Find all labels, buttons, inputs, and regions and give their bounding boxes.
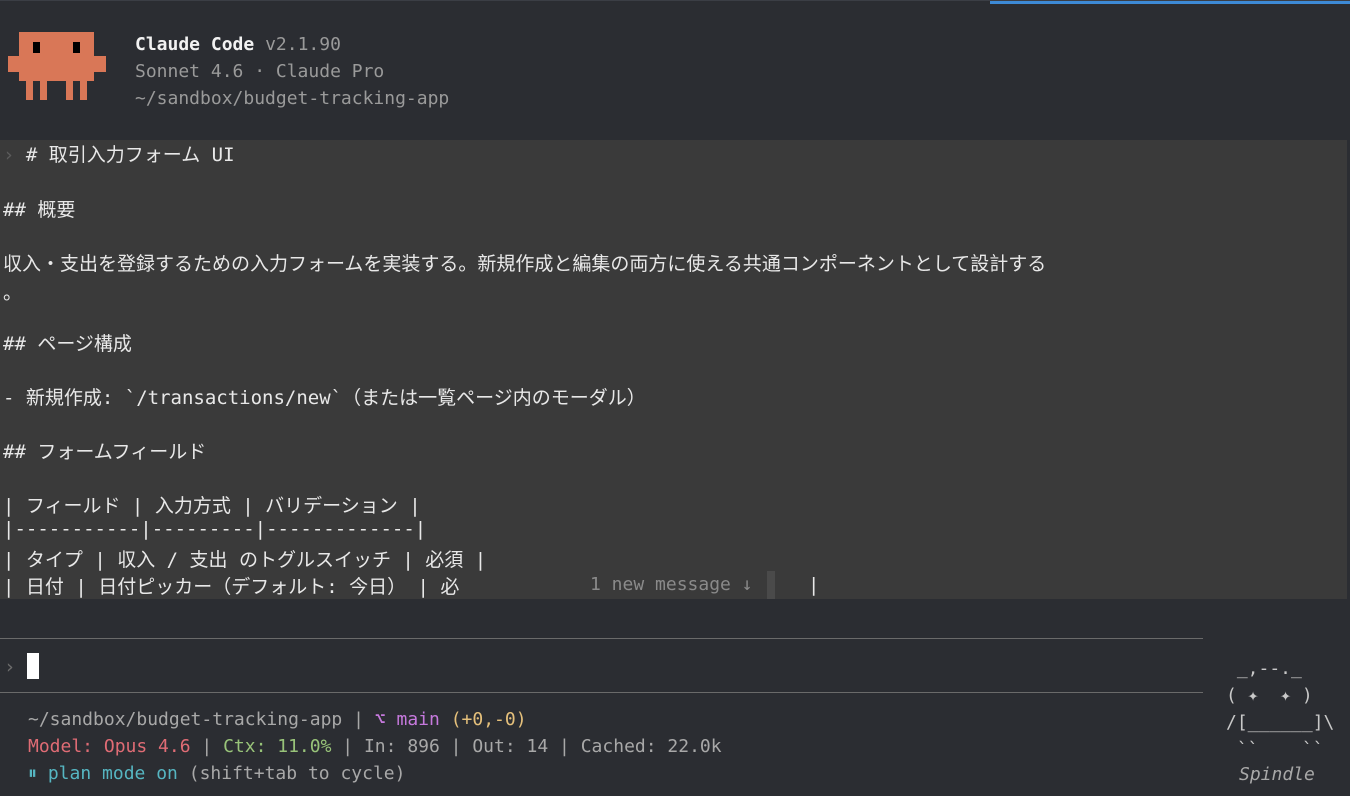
app-name: Claude Code (135, 34, 255, 55)
app-version: v2.1.90 (265, 34, 341, 55)
message-line: 収入・支出を登録するための入力フォームを実装する。新規作成と編集の両方に使える共… (3, 253, 1047, 275)
message-line: ## フォームフィールド (3, 441, 207, 463)
input-prompt-icon: › (4, 656, 16, 678)
message-line: ## ページ構成 (3, 333, 132, 355)
message-line: ## 概要 (3, 199, 76, 221)
message-line: | 日付 | 日付ピッカー（デフォルト: 今日） | 必 (3, 576, 460, 598)
status-path: ~/sandbox/budget-tracking-app (28, 709, 343, 730)
scroll-block (766, 571, 775, 599)
message-prompt-icon: › (3, 144, 15, 166)
header-title: Claude Code v2.1.90 (135, 34, 341, 55)
ctx-label: Ctx: 11.0% (223, 736, 332, 757)
header-model: Sonnet 4.6 · Claude Pro (135, 61, 385, 82)
message-line: - 新規作成: `/transactions/new`（または一覧ページ内のモー… (3, 387, 646, 409)
input-bottom-divider (0, 692, 1203, 693)
branch-icon: ⌥ (374, 709, 386, 730)
git-branch: main (396, 709, 440, 730)
message-line: | タイプ | 収入 / 支出 のトグルスイッチ | 必須 | (3, 549, 487, 571)
message-line: | (808, 574, 820, 596)
status-line-2: Model: Opus 4.6 | Ctx: 11.0% | In: 896 |… (28, 736, 722, 757)
model-label: Model: Opus 4.6 (28, 736, 191, 757)
spindle-mascot-icon: _,--._( ✦ ✦ )/[______]\ `` `` (1226, 658, 1335, 760)
message-line: 。 (3, 282, 23, 304)
window-top-border (0, 0, 1350, 6)
user-message-block[interactable]: › # 取引入力フォーム UI ## 概要 収入・支出を登録するための入力フォー… (0, 140, 1347, 599)
message-line: › # 取引入力フォーム UI (3, 144, 235, 166)
git-diff: (+0,-0) (450, 709, 527, 730)
plan-mode-hint: (shift+tab to cycle) (188, 763, 406, 784)
new-message-indicator[interactable]: 1 new message ↓ (576, 571, 808, 599)
terminal-window: Claude Code v2.1.90 Sonnet 4.6 · Claude … (0, 0, 1350, 796)
active-tab-indicator (990, 1, 1350, 4)
header-path: ~/sandbox/budget-tracking-app (135, 88, 450, 109)
message-line: |-----------|---------|-------------| (3, 518, 427, 540)
plan-mode-label: plan mode on (47, 763, 178, 784)
in-label: In: 896 (363, 736, 440, 757)
new-message-label: 1 new message ↓ (590, 574, 753, 595)
input-top-divider (0, 638, 1203, 639)
spindle-name: Spindle (1239, 764, 1315, 785)
out-label: Out: 14 (472, 736, 549, 757)
cached-label: Cached: 22.0k (580, 736, 722, 757)
message-line: | フィールド | 入力方式 | バリデーション | (3, 495, 421, 517)
pause-icon: ⏸ (28, 763, 37, 784)
claude-mascot-icon (8, 32, 106, 100)
input-cursor[interactable] (27, 653, 39, 679)
status-line-1: ~/sandbox/budget-tracking-app | ⌥ main (… (28, 709, 527, 730)
status-line-3: ⏸ plan mode on (shift+tab to cycle) (28, 763, 405, 784)
